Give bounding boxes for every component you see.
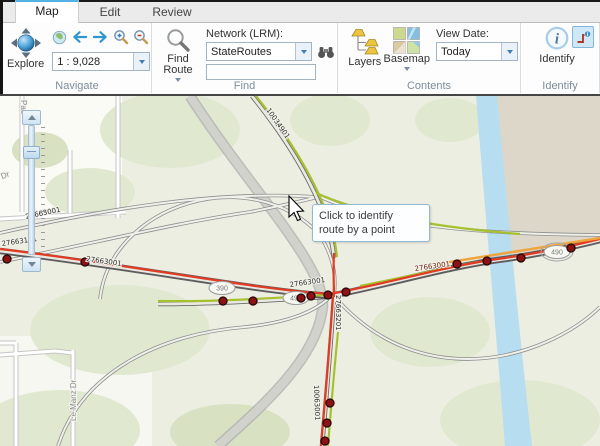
calibration-point[interactable]	[567, 244, 575, 252]
identify-route-toggle[interactable]	[572, 26, 594, 48]
zoom-slider-ticks	[41, 127, 45, 251]
zoom-slider-up-button[interactable]	[22, 110, 41, 125]
map-scale-dropdown-arrow[interactable]	[133, 53, 149, 70]
zoom-out-icon[interactable]	[133, 29, 149, 45]
network-lrm-label: Network (LRM):	[206, 28, 335, 40]
zoom-slider-handle[interactable]	[23, 146, 40, 159]
globe-icon[interactable]	[52, 30, 67, 45]
map-scale-combobox[interactable]: 1 : 9,028	[52, 52, 150, 71]
group-navigate: Explore	[3, 23, 152, 93]
find-route-label-2: Route	[163, 65, 192, 76]
calibration-point[interactable]	[517, 254, 525, 262]
route-input[interactable]	[206, 64, 316, 80]
basemap-label: Basemap	[384, 54, 430, 65]
tooltip-line-2: route by a point	[319, 223, 423, 237]
explore-label: Explore	[7, 59, 44, 70]
tab-bar: Map Edit Review	[3, 0, 600, 23]
basemap-icon	[393, 27, 420, 54]
calibration-point[interactable]	[342, 288, 350, 296]
zoom-slider-track[interactable]	[28, 125, 35, 255]
zoom-slider-down-button[interactable]	[22, 257, 41, 272]
group-label-navigate: Navigate	[3, 80, 151, 92]
map-zoom-slider[interactable]	[22, 110, 48, 272]
calibration-point[interactable]	[324, 291, 332, 299]
network-lrm-combobox[interactable]: StateRoutes	[206, 42, 312, 61]
network-lrm-value: StateRoutes	[207, 46, 295, 58]
layers-icon	[350, 27, 380, 57]
group-identify: i Identify Identify	[521, 23, 600, 93]
route-shield-number: 390	[216, 286, 228, 293]
view-date-dropdown-arrow[interactable]	[501, 43, 517, 60]
route-label: 10063001	[312, 385, 321, 421]
street-label: Le Manz Dr	[69, 379, 78, 421]
route-label: 27663201	[334, 295, 342, 331]
calibration-point[interactable]	[307, 292, 315, 300]
map-scale-value: 1 : 9,028	[53, 56, 133, 68]
group-find: Find Route Network (LRM): StateRoutes	[152, 23, 338, 93]
view-date-value: Today	[437, 46, 501, 58]
tab-review[interactable]: Review	[141, 2, 203, 22]
route-shield-number: 490	[551, 250, 563, 257]
view-date-combobox[interactable]: Today	[436, 42, 518, 61]
view-date-label: View Date:	[436, 28, 518, 40]
ribbon: Map Edit Review Explore	[0, 0, 600, 94]
tab-edit[interactable]: Edit	[79, 2, 141, 22]
group-label-find: Find	[152, 80, 337, 92]
network-lrm-dropdown-arrow[interactable]	[295, 43, 311, 60]
binoculars-icon[interactable]	[317, 45, 335, 59]
calibration-point[interactable]	[219, 297, 227, 305]
find-route-icon	[165, 27, 192, 54]
tab-map[interactable]: Map	[15, 0, 79, 23]
explore-icon	[9, 27, 43, 59]
calibration-point[interactable]	[323, 419, 331, 427]
calibration-point[interactable]	[297, 294, 305, 302]
calibration-point[interactable]	[453, 260, 461, 268]
zoom-in-icon[interactable]	[113, 29, 129, 45]
layers-label: Layers	[348, 57, 381, 68]
calibration-point[interactable]	[321, 437, 329, 445]
identify-route-icon	[576, 30, 591, 45]
calibration-point[interactable]	[483, 257, 491, 265]
previous-extent-icon[interactable]	[71, 30, 88, 44]
calibration-point[interactable]	[3, 255, 11, 263]
identify-icon: i	[542, 26, 572, 54]
basemap-caret	[404, 67, 410, 71]
map-drawing[interactable]: 390490490 276630012766310127663001276630…	[0, 96, 600, 446]
tooltip-line-1: Click to identify	[319, 209, 423, 223]
next-extent-icon[interactable]	[92, 30, 109, 44]
group-contents: Layers Basemap View Date: Today	[338, 23, 521, 93]
map-canvas[interactable]: 390490490 276630012766310127663001276630…	[0, 94, 600, 446]
calibration-point[interactable]	[326, 399, 334, 407]
group-label-contents: Contents	[338, 80, 520, 92]
identify-label: Identify	[539, 54, 574, 65]
group-label-identify: Identify	[521, 80, 599, 92]
map-tooltip: Click to identify route by a point	[312, 204, 430, 242]
calibration-point[interactable]	[249, 297, 257, 305]
